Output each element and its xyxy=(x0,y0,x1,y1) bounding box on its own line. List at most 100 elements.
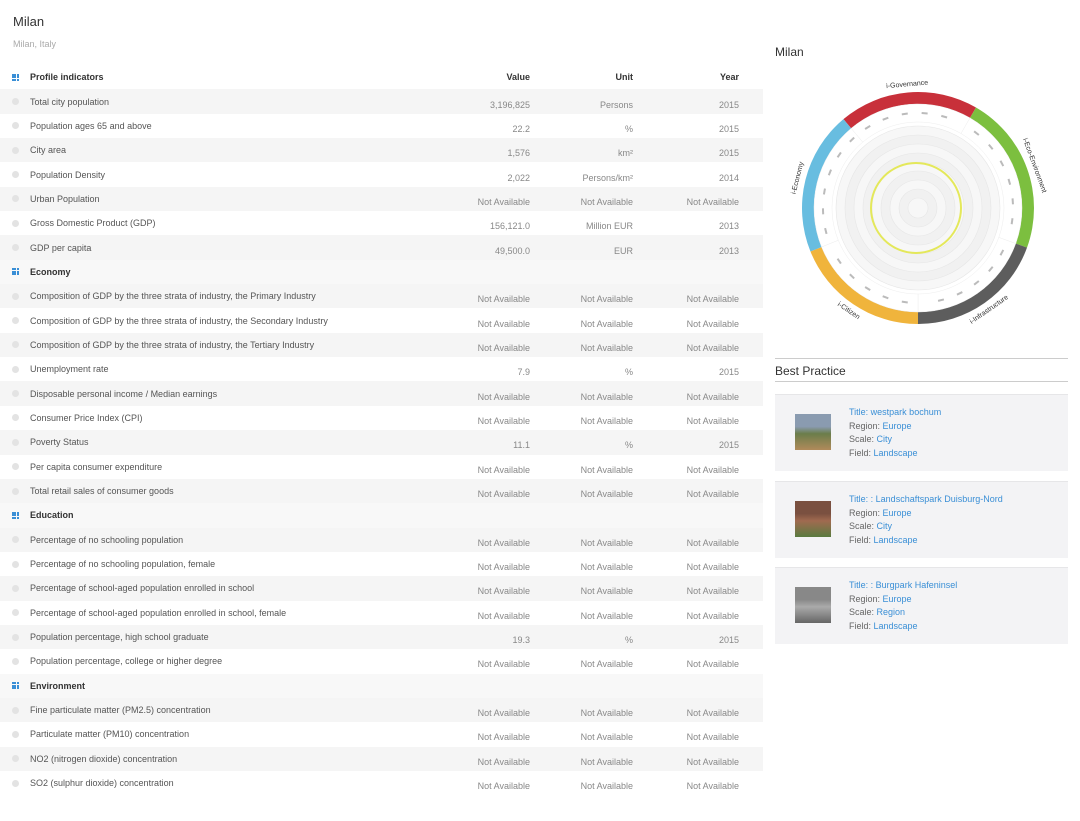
practice-region-label: Region: xyxy=(849,593,883,604)
practice-title-link[interactable]: Title: : Landschaftspark Duisburg-Nord xyxy=(849,493,1003,507)
indicator-year: Not Available xyxy=(686,659,739,670)
table-row[interactable]: Composition of GDP by the three strata o… xyxy=(0,332,763,358)
section-header[interactable]: Education xyxy=(0,503,763,528)
practice-field-value[interactable]: Landscape xyxy=(874,535,918,545)
indicator-year: 2015 xyxy=(718,440,739,451)
practice-title-link[interactable]: Title: : Burgpark Hafeninsel xyxy=(849,579,957,593)
table-row[interactable]: Disposable personal income / Median earn… xyxy=(0,381,763,406)
table-row[interactable]: Composition of GDP by the three strata o… xyxy=(0,308,763,333)
thumbnail-image[interactable] xyxy=(795,501,831,537)
table-row[interactable]: NO2 (nitrogen dioxide) concentration Not … xyxy=(0,746,763,771)
table-row[interactable]: Percentage of school-aged population enr… xyxy=(0,576,763,601)
indicator-unit: Not Available xyxy=(580,610,633,621)
table-row[interactable]: Fine particulate matter (PM2.5) concentr… xyxy=(0,697,763,723)
indicator-name: Percentage of school-aged population enr… xyxy=(30,607,287,618)
best-practice-title: Best Practice xyxy=(775,364,846,378)
column-header-unit: Unit xyxy=(615,72,634,83)
info-icon[interactable] xyxy=(11,244,19,252)
practice-scale-label: Scale: xyxy=(849,521,877,531)
info-icon[interactable] xyxy=(11,730,19,738)
practice-region-value[interactable]: Europe xyxy=(883,421,912,431)
indicator-year: Not Available xyxy=(686,732,739,743)
best-practice-card[interactable]: Title: westpark bochum Region: Europe Scal… xyxy=(775,394,1068,471)
practice-region-value[interactable]: Europe xyxy=(883,594,912,604)
table-row[interactable]: City area 1,576 km² 2015 xyxy=(0,138,763,163)
info-icon[interactable] xyxy=(11,195,19,203)
indicator-value: Not Available xyxy=(477,294,530,305)
indicator-year: 2013 xyxy=(718,245,739,256)
thumbnail-image[interactable] xyxy=(795,414,831,450)
indicator-unit: Not Available xyxy=(580,294,633,305)
info-icon[interactable] xyxy=(11,317,19,325)
section-header[interactable]: Economy xyxy=(0,259,763,285)
practice-region: Region: Europe xyxy=(849,507,1003,521)
info-icon[interactable] xyxy=(11,390,19,398)
table-row[interactable]: GDP per capita 49,500.0 EUR 2013 xyxy=(0,235,763,260)
practice-title-link[interactable]: Title: westpark bochum xyxy=(849,406,941,420)
table-row[interactable]: Population ages 65 and above 22.2% 2015 xyxy=(0,113,763,139)
info-icon[interactable] xyxy=(11,657,19,665)
column-header-value: Value xyxy=(506,72,530,83)
indicator-name: SO2 (sulphur dioxide) concentration xyxy=(30,778,174,789)
practice-scale-value[interactable]: City xyxy=(877,521,893,531)
practice-field-value[interactable]: Landscape xyxy=(874,621,918,631)
info-icon[interactable] xyxy=(11,219,19,227)
table-row[interactable]: Gross Domestic Product (GDP) 156,121.0 Mil… xyxy=(0,211,763,236)
wheel-sublabel xyxy=(921,112,928,115)
practice-field-value[interactable]: Landscape xyxy=(874,448,918,458)
indicator-value: Not Available xyxy=(477,756,530,767)
practice-region-value[interactable]: Europe xyxy=(883,508,912,518)
info-icon[interactable] xyxy=(11,341,19,349)
practice-field: Field: Landscape xyxy=(849,620,957,634)
table-row[interactable]: Urban Population Not Available Not Availab… xyxy=(0,186,763,212)
table-row[interactable]: Percentage of no schooling population Not… xyxy=(0,527,763,552)
info-icon[interactable] xyxy=(11,779,19,787)
indicator-name: Population percentage, college or higher… xyxy=(30,656,223,667)
section-header[interactable]: Environment xyxy=(0,673,763,698)
info-icon[interactable] xyxy=(11,122,19,130)
table-row[interactable]: Consumer Price Index (CPI) Not Available N… xyxy=(0,405,763,431)
indicator-year: 2015 xyxy=(718,123,739,134)
info-icon[interactable] xyxy=(11,560,19,568)
table-row[interactable]: Composition of GDP by the three strata o… xyxy=(0,284,763,309)
info-icon[interactable] xyxy=(11,487,19,495)
indicator-value: Not Available xyxy=(477,196,530,207)
info-icon[interactable] xyxy=(11,146,19,154)
table-row[interactable]: Percentage of no schooling population, f… xyxy=(0,551,763,577)
table-row[interactable]: Total city population 3,196,825 Persons 201… xyxy=(0,89,763,114)
info-icon[interactable] xyxy=(11,755,19,763)
info-icon[interactable] xyxy=(11,171,19,179)
info-icon[interactable] xyxy=(11,438,19,446)
table-row[interactable]: Particulate matter (PM10) concentration N… xyxy=(0,722,763,747)
practice-scale-value[interactable]: City xyxy=(877,434,893,444)
indicator-name: Poverty Status xyxy=(30,437,89,448)
info-icon[interactable] xyxy=(11,365,19,373)
info-icon[interactable] xyxy=(11,292,19,300)
table-row[interactable]: SO2 (sulphur dioxide) concentration Not A… xyxy=(0,770,763,796)
info-icon[interactable] xyxy=(11,584,19,592)
info-icon[interactable] xyxy=(11,706,19,714)
indicator-wheel: i-Governancei-Eco-Environmenti-Infrastru… xyxy=(791,80,1048,326)
info-icon[interactable] xyxy=(11,536,19,544)
table-row[interactable]: Total retail sales of consumer goods Not … xyxy=(0,478,763,504)
info-icon[interactable] xyxy=(11,633,19,641)
best-practice-card[interactable]: Title: : Burgpark Hafeninsel Region: Euro… xyxy=(775,567,1068,644)
table-row[interactable]: Population Density 2,022 Persons/km² 2014 xyxy=(0,162,763,187)
table-header: Profile indicators Value Unit Year xyxy=(0,65,763,89)
table-row[interactable]: Poverty Status 11.1% 2015 xyxy=(0,430,763,455)
indicator-year: 2014 xyxy=(718,172,739,183)
indicator-unit: Not Available xyxy=(580,464,633,475)
table-row[interactable]: Percentage of school-aged population enr… xyxy=(0,600,763,625)
practice-scale-value[interactable]: Region xyxy=(877,607,906,617)
table-row[interactable]: Unemployment rate 7.9% 2015 xyxy=(0,357,763,382)
info-icon[interactable] xyxy=(11,609,19,617)
thumbnail-image[interactable] xyxy=(795,587,831,623)
best-practice-card[interactable]: Title: : Landschaftspark Duisburg-Nord Re… xyxy=(775,481,1068,558)
table-row[interactable]: Population percentage, college or higher… xyxy=(0,649,763,674)
info-icon[interactable] xyxy=(11,414,19,422)
info-icon[interactable] xyxy=(11,98,19,106)
table-row[interactable]: Population percentage, high school gradu… xyxy=(0,624,763,650)
table-row[interactable]: Per capita consumer expenditure Not Avail… xyxy=(0,454,763,479)
info-icon[interactable] xyxy=(11,463,19,471)
indicator-value: Not Available xyxy=(477,562,530,573)
